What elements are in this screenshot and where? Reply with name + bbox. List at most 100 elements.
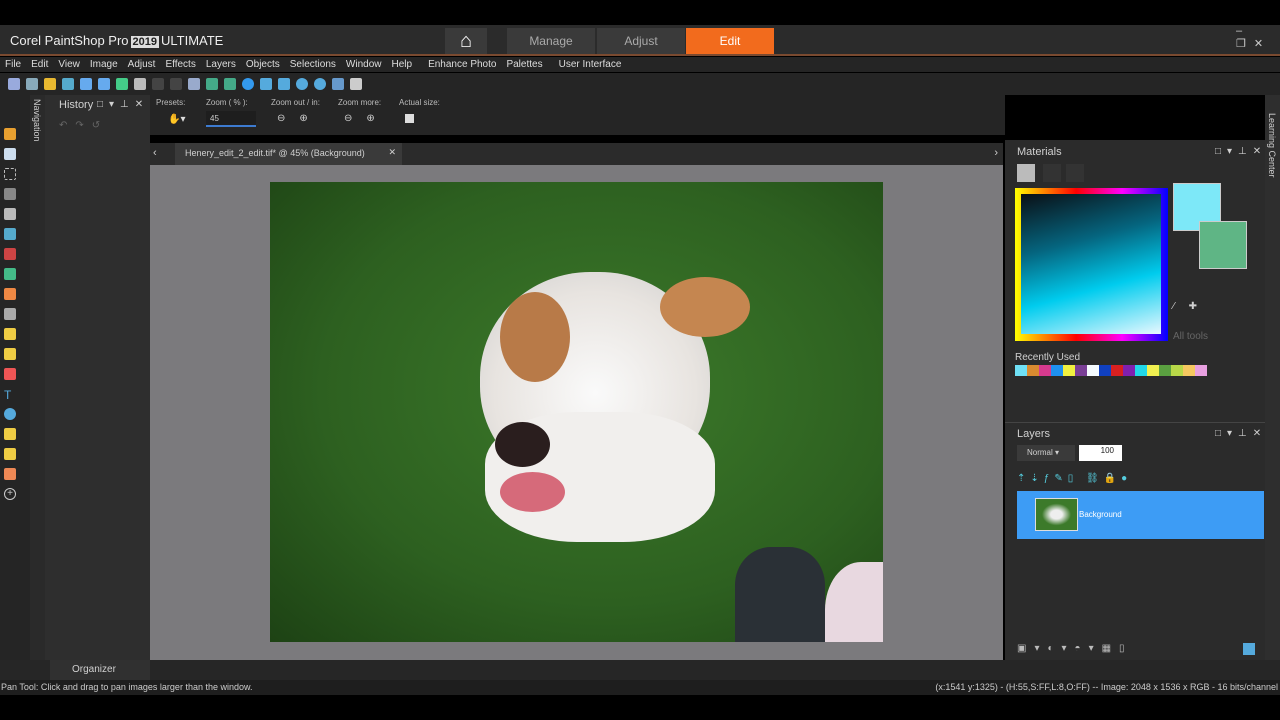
recent-color-swatch[interactable] (1135, 365, 1147, 376)
opacity-input[interactable]: 100 (1079, 445, 1122, 461)
close-icon[interactable]: ✕ (1254, 38, 1271, 50)
recent-color-swatch[interactable] (1075, 365, 1087, 376)
home-button[interactable]: ⌂ (445, 28, 487, 54)
menu-help[interactable]: Help (386, 57, 417, 72)
eraser-tool-icon[interactable] (4, 308, 16, 320)
window-controls[interactable]: –❐✕ (1236, 25, 1280, 50)
recent-color-swatch[interactable] (1111, 365, 1123, 376)
warp-tool-icon[interactable] (4, 468, 16, 480)
frame-tab[interactable] (1017, 164, 1035, 182)
background-swatch[interactable] (1199, 221, 1247, 269)
recent-color-swatch[interactable] (1039, 365, 1051, 376)
menu-window[interactable]: Window (341, 57, 387, 72)
add-tool-icon[interactable]: + (4, 488, 16, 500)
swatches-tab[interactable] (1066, 164, 1084, 182)
tab-adjust[interactable]: Adjust (597, 28, 685, 54)
recent-color-swatch[interactable] (1087, 365, 1099, 376)
selection-tool-icon[interactable] (4, 168, 16, 180)
crop-tool-icon[interactable] (4, 208, 16, 220)
pen-tool-icon[interactable] (4, 428, 16, 440)
image-canvas[interactable] (270, 182, 883, 642)
zoom-input[interactable]: 45 (206, 111, 256, 127)
recent-color-swatch[interactable] (1027, 365, 1039, 376)
rainbow-tab[interactable] (1043, 164, 1061, 182)
layers-panel-controls[interactable]: □▾⊥✕ (1215, 428, 1267, 439)
recent-color-swatch[interactable] (1063, 365, 1075, 376)
menu-selections[interactable]: Selections (285, 57, 341, 72)
menu-file[interactable]: File (0, 57, 26, 72)
zoom-more-buttons[interactable]: ⊖⊕ (344, 113, 389, 124)
learning-center-tab[interactable]: Learning Center (1265, 95, 1280, 660)
open-icon[interactable] (44, 78, 56, 90)
shape-tool-icon[interactable] (4, 408, 16, 420)
layers-bottom-toolbar[interactable]: ▣▾◐▾◓▾▦▯ (1017, 643, 1133, 654)
fit-image-icon[interactable] (278, 78, 290, 90)
text-tool-icon[interactable]: T (4, 388, 16, 402)
fill-tool-icon[interactable] (4, 368, 16, 380)
screen-icon[interactable] (332, 78, 344, 90)
new-from-template-icon[interactable] (26, 78, 38, 90)
layer-row[interactable]: Background (1017, 491, 1264, 539)
color-field[interactable] (1021, 194, 1161, 334)
blend-mode-dropdown[interactable]: Normal ▾ (1017, 445, 1075, 461)
art-media-tool-icon[interactable] (4, 448, 16, 460)
recent-color-swatch[interactable] (1051, 365, 1063, 376)
tab-manage[interactable]: Manage (507, 28, 595, 54)
menu-enhance-photo[interactable]: Enhance Photo (423, 57, 501, 72)
menu-user-interface[interactable]: User Interface (554, 57, 627, 72)
pan-tool-icon[interactable] (4, 128, 16, 140)
document-tab[interactable]: Henery_edit_2_edit.tif* @ 45% (Backgroun… (175, 143, 402, 165)
scan-icon[interactable] (62, 78, 74, 90)
print-icon[interactable] (134, 78, 146, 90)
makeover-tool-icon[interactable] (4, 268, 16, 280)
history-panel-controls[interactable]: □▾⊥✕ (97, 99, 149, 110)
undo-icon[interactable] (152, 78, 164, 90)
tab-edit[interactable]: Edit (686, 28, 774, 54)
menu-adjust[interactable]: Adjust (123, 57, 161, 72)
color-picker-frame[interactable] (1015, 188, 1168, 341)
materials-panel-controls[interactable]: □▾⊥✕ (1215, 146, 1267, 157)
menu-image[interactable]: Image (85, 57, 123, 72)
menu-palettes[interactable]: Palettes (501, 57, 547, 72)
recent-color-swatch[interactable] (1147, 365, 1159, 376)
red-eye-tool-icon[interactable] (4, 248, 16, 260)
resize-icon[interactable] (188, 78, 200, 90)
paste-icon[interactable] (350, 78, 362, 90)
layer-properties-icon[interactable] (1243, 643, 1255, 655)
recent-color-swatch[interactable] (1183, 365, 1195, 376)
recent-color-swatch[interactable] (1171, 365, 1183, 376)
straighten-tool-icon[interactable] (4, 228, 16, 240)
recent-color-swatch[interactable] (1123, 365, 1135, 376)
rotate-right-icon[interactable] (224, 78, 236, 90)
presets-dropdown[interactable]: ✋▾ (168, 114, 185, 125)
save-as-icon[interactable] (98, 78, 110, 90)
layer-actions-toolbar[interactable]: ⇡⇣ƒ✎▯ ⛓🔒● (1017, 473, 1132, 484)
new-icon[interactable] (8, 78, 20, 90)
actual-size-button[interactable] (405, 114, 414, 123)
all-tools-checkbox[interactable]: All tools (1173, 331, 1208, 342)
menu-view[interactable]: View (53, 57, 85, 72)
navigation-tab[interactable]: Navigation (30, 95, 45, 660)
clone-tool-icon[interactable] (4, 328, 16, 340)
info-icon[interactable] (242, 78, 254, 90)
save-icon[interactable] (80, 78, 92, 90)
dodge-tool-icon[interactable] (4, 348, 16, 360)
menu-effects[interactable]: Effects (160, 57, 200, 72)
rotate-left-icon[interactable] (206, 78, 218, 90)
brush-tool-icon[interactable] (4, 288, 16, 300)
zoom-out-in-buttons[interactable]: ⊖⊕ (277, 113, 322, 124)
recent-color-swatch[interactable] (1195, 365, 1207, 376)
organizer-tab[interactable]: Organizer (50, 660, 150, 680)
close-document-icon[interactable]: ✕ (388, 147, 396, 158)
menu-objects[interactable]: Objects (241, 57, 285, 72)
material-tools[interactable]: ⁄✚ (1173, 301, 1211, 312)
pick-tool-icon[interactable] (4, 148, 16, 160)
restore-icon[interactable]: ❐ (1236, 38, 1254, 50)
recent-color-swatch[interactable] (1159, 365, 1171, 376)
menu-edit[interactable]: Edit (26, 57, 53, 72)
redo-icon[interactable] (170, 78, 182, 90)
minimize-icon[interactable]: – (1236, 25, 1250, 37)
scroll-tabs-left[interactable]: ‹ (153, 147, 157, 159)
scroll-tabs-right[interactable]: › (994, 147, 998, 159)
recent-color-swatch[interactable] (1099, 365, 1111, 376)
